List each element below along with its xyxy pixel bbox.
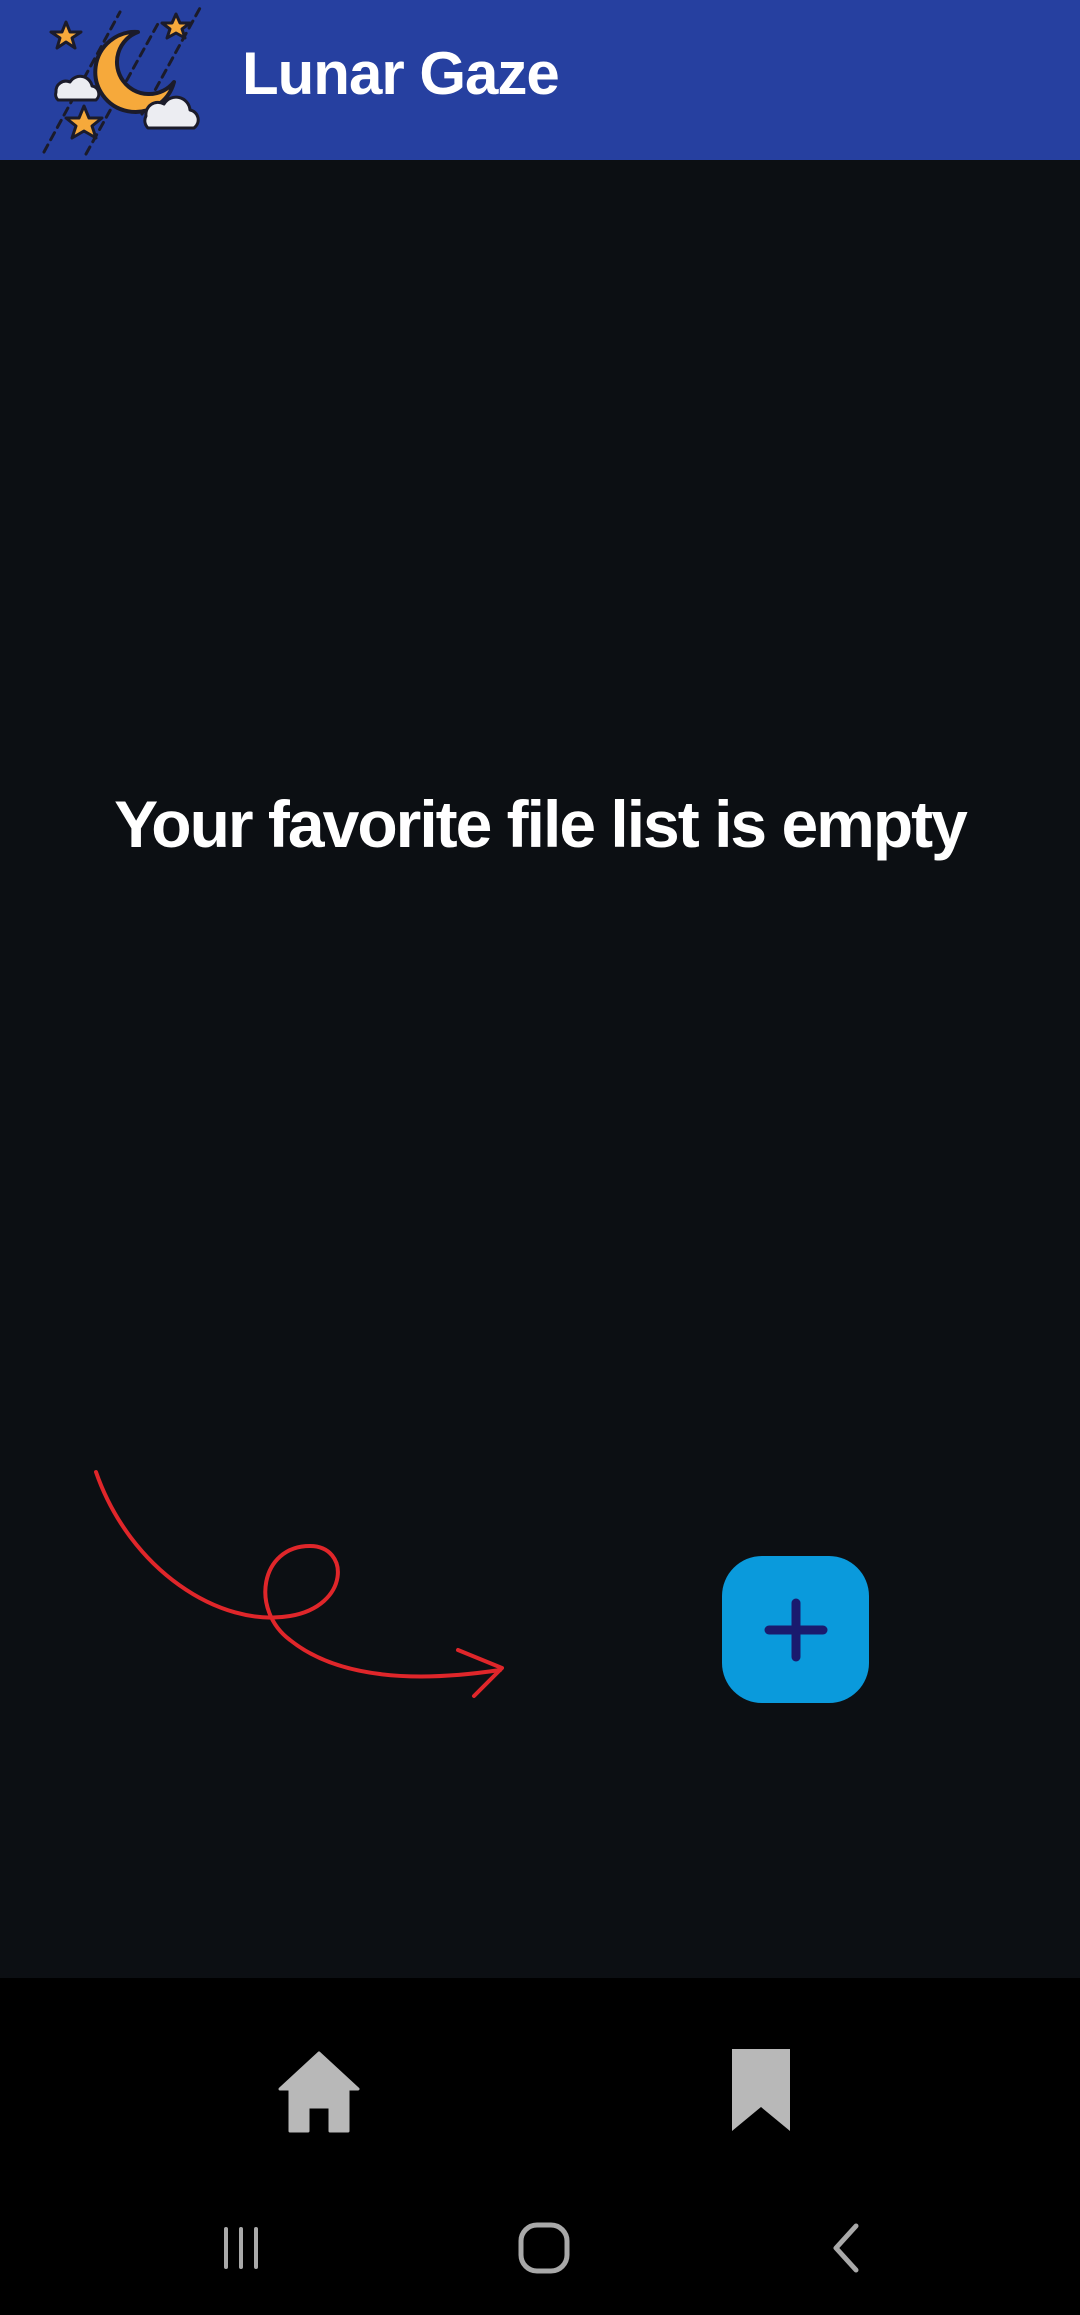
curly-arrow-icon	[94, 1470, 504, 1698]
nav-bookmarks-tab[interactable]	[711, 2040, 811, 2140]
screen: Lunar Gaze Your favorite file list is em…	[0, 0, 1080, 2315]
empty-state-message: Your favorite file list is empty	[114, 787, 968, 861]
app-title: Lunar Gaze	[242, 40, 560, 107]
bookmark-icon	[732, 2049, 790, 2131]
home-outline-icon	[518, 2222, 570, 2274]
app-bar: Lunar Gaze	[0, 0, 1080, 160]
recents-button[interactable]	[201, 2208, 281, 2288]
home-icon	[278, 2051, 360, 2133]
bottom-navigation-bar	[0, 1978, 1080, 2178]
system-home-button[interactable]	[504, 2208, 584, 2288]
recents-icon	[224, 2227, 258, 2269]
system-navigation-bar	[0, 2178, 1080, 2315]
add-favorite-button[interactable]	[722, 1556, 869, 1703]
back-chevron-icon	[833, 2223, 859, 2273]
plus-icon	[764, 1598, 827, 1661]
moon-stars-clouds-icon	[42, 6, 202, 156]
system-back-button[interactable]	[806, 2208, 886, 2288]
nav-home-tab[interactable]	[269, 2040, 369, 2140]
